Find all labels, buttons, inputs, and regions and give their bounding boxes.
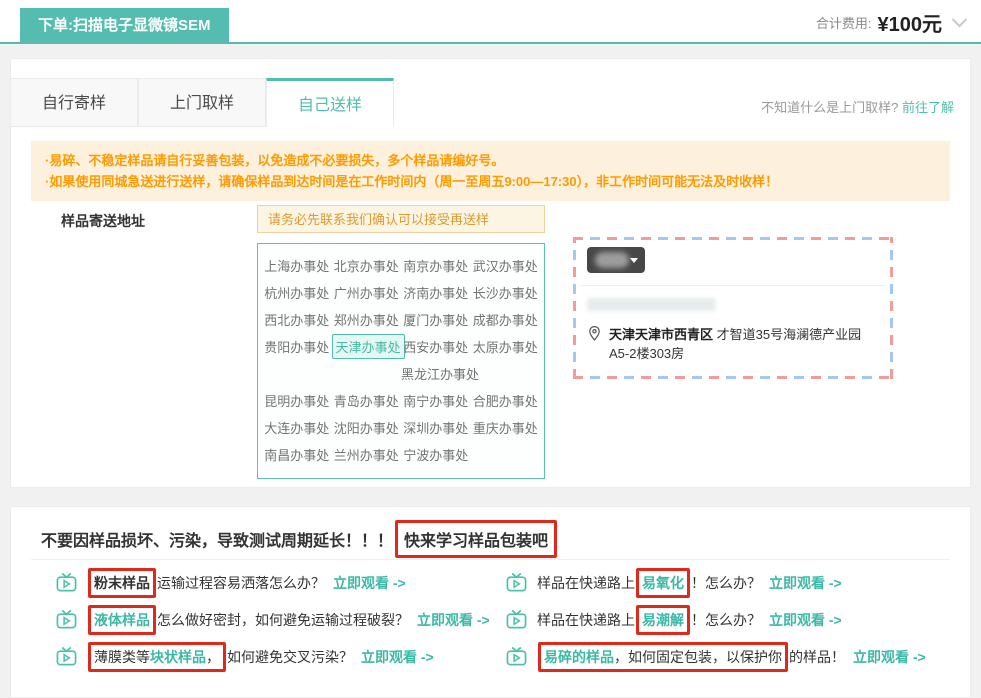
office-option[interactable]: 南宁办事处 [401,391,471,410]
contact-first-notice: 请务必先联系我们确认可以接受再送样 [257,205,545,233]
video-player-icon [506,646,527,667]
watch-now-link[interactable]: 立即观看 -> [417,610,490,630]
video-player-icon [56,572,77,593]
office-option[interactable]: 宁波办事处 [401,445,471,464]
caret-down-icon [630,258,638,263]
office-option[interactable]: 成都办事处 [471,310,541,329]
address-text: 天津天津市西青区 才智道35号海澜德产业园A5-2楼303房 [609,325,871,363]
tab-door-pickup[interactable]: 上门取样 [138,78,266,127]
watch-now-link[interactable]: 立即观看 -> [853,647,926,667]
office-option[interactable]: 郑州办事处 [332,310,402,329]
office-option[interactable]: 合肥办事处 [471,391,541,410]
address-region: 天津天津市西青区 [609,327,713,342]
selected-address-card: 天津天津市西青区 才智道35号海澜德产业园A5-2楼303房 [573,237,893,379]
office-option[interactable]: 济南办事处 [401,283,471,302]
video-player-icon [506,609,527,630]
office-row: 昆明办事处 青岛办事处 南宁办事处 合肥办事处 [262,387,540,414]
packing-heading: 不要因样品损坏、污染，导致测试周期延长！！！ 快来学习样品包装吧 [41,520,557,558]
divider [581,285,885,286]
office-option[interactable]: 北京办事处 [332,256,402,275]
address-field-label: 样品寄送地址 [61,211,145,231]
video-item-powder: 粉末样品 运输过程容易洒落怎么办？ 立即观看 -> [56,564,506,601]
office-option[interactable]: 南京办事处 [401,256,471,275]
office-row: 贵阳办事处 天津办事处 西安办事处 太原办事处 [262,333,540,360]
office-option[interactable]: 沈阳办事处 [332,418,402,437]
recipient-name-badge[interactable] [587,247,645,273]
top-header: 下单:扫描电子显微镜SEM 合计费用: ¥100元 [0,0,981,44]
office-option[interactable]: 深圳办事处 [401,418,471,437]
packing-heading-annotated: 快来学习样品包装吧 [395,520,557,558]
total-cost-value: ¥100元 [878,8,943,37]
order-title-chip[interactable]: 下单:扫描电子显微镜SEM [20,8,229,44]
office-option[interactable]: 黑龙江办事处 [401,364,471,383]
annotated-term: 薄膜类等块状样品， [88,642,226,672]
warning-box: ·易碎、不稳定样品请自行妥善包装，以免造成不必要损失，多个样品请编好号。 ·如果… [31,141,950,201]
delivery-tabs: 自行寄样 上门取样 自己送样 [10,78,394,127]
office-row: 杭州办事处 广州办事处 济南办事处 长沙办事处 [262,279,540,306]
warning-line-2: ·如果使用同城急送进行送样，请确保样品到达时间是在工作时间内（周一至周五9:00… [45,171,936,192]
chevron-down-icon[interactable] [952,11,968,27]
tab-self-deliver[interactable]: 自己送样 [266,78,394,127]
office-option[interactable]: 广州办事处 [332,283,402,302]
office-option[interactable]: 杭州办事处 [262,283,332,302]
annotated-term: 液体样品 [88,605,156,635]
video-player-icon [56,646,77,667]
warning-line-1: ·易碎、不稳定样品请自行妥善包装，以免造成不必要损失，多个样品请编好号。 [45,150,936,171]
office-option[interactable]: 昆明办事处 [262,391,332,410]
annotated-term: 易氧化 [636,568,690,598]
divider [31,559,950,560]
video-item-fragile: 易碎的样品，如何固定包装，以保护你 的样品！ 立即观看 -> [506,638,958,675]
pickup-help: 不知道什么是上门取样? 前往了解 [761,97,954,116]
office-row: 南昌办事处 兰州办事处 宁波办事处 [262,441,540,468]
office-option[interactable]: 青岛办事处 [332,391,402,410]
office-option[interactable]: 西安办事处 [401,337,471,356]
blurred-name [595,252,629,268]
annotated-term: 粉末样品 [88,568,156,598]
packing-tips-card: 不要因样品损坏、污染，导致测试周期延长！！！ 快来学习样品包装吧 粉末样品 运输… [10,506,971,698]
office-option[interactable]: 武汉办事处 [471,256,541,275]
packing-video-list: 粉末样品 运输过程容易洒落怎么办？ 立即观看 -> 样品在快递路上 易氧化 ！怎… [56,564,958,675]
tab-self-mail[interactable]: 自行寄样 [10,78,138,127]
packing-heading-plain: 不要因样品损坏、污染，导致测试周期延长！！！ [41,527,393,551]
office-option[interactable]: 南昌办事处 [262,445,332,464]
address-row: 天津天津市西青区 才智道35号海澜德产业园A5-2楼303房 [587,325,879,363]
video-item-liquid: 液体样品 怎么做好密封，如何避免运输过程破裂？ 立即观看 -> [56,601,506,638]
blurred-phone [587,298,715,311]
office-option[interactable]: 大连办事处 [262,418,332,437]
office-row: 上海办事处 北京办事处 南京办事处 武汉办事处 [262,252,540,279]
office-option[interactable]: 上海办事处 [262,256,332,275]
video-item-deliquescence: 样品在快递路上 易潮解 ！怎么办？ 立即观看 -> [506,601,958,638]
annotated-term: 易潮解 [636,605,690,635]
office-grid: 上海办事处 北京办事处 南京办事处 武汉办事处 杭州办事处 广州办事处 济南办事… [257,243,545,479]
watch-now-link[interactable]: 立即观看 -> [769,610,842,630]
location-pin-icon [587,325,602,342]
watch-now-link[interactable]: 立即观看 -> [769,573,842,593]
annotated-term: 易碎的样品，如何固定包装，以保护你 [538,642,788,672]
office-option[interactable]: 兰州办事处 [332,445,402,464]
video-player-icon [56,609,77,630]
video-item-oxidation: 样品在快递路上 易氧化 ！怎么办？ 立即观看 -> [506,564,958,601]
total-cost: 合计费用: ¥100元 [816,0,965,44]
office-option[interactable]: 西北办事处 [262,310,332,329]
office-row: 黑龙江办事处 [262,360,540,387]
office-option[interactable]: 重庆办事处 [471,418,541,437]
office-option[interactable]: 太原办事处 [471,337,541,356]
video-player-icon [506,572,527,593]
watch-now-link[interactable]: 立即观看 -> [333,573,406,593]
video-item-bulk: 薄膜类等块状样品， 如何避免交叉污染？ 立即观看 -> [56,638,506,675]
total-cost-label: 合计费用: [816,13,872,32]
sample-delivery-card: 自行寄样 上门取样 自己送样 不知道什么是上门取样? 前往了解 ·易碎、不稳定样… [10,58,971,488]
office-option[interactable]: 长沙办事处 [471,283,541,302]
office-option[interactable]: 贵阳办事处 [262,337,332,356]
office-row: 西北办事处 郑州办事处 厦门办事处 成都办事处 [262,306,540,333]
office-row: 大连办事处 沈阳办事处 深圳办事处 重庆办事处 [262,414,540,441]
pickup-help-text: 不知道什么是上门取样? [761,100,898,115]
office-option-selected[interactable]: 天津办事处 [332,334,402,359]
watch-now-link[interactable]: 立即观看 -> [361,647,434,667]
pickup-help-link[interactable]: 前往了解 [902,100,954,115]
office-option[interactable]: 厦门办事处 [401,310,471,329]
